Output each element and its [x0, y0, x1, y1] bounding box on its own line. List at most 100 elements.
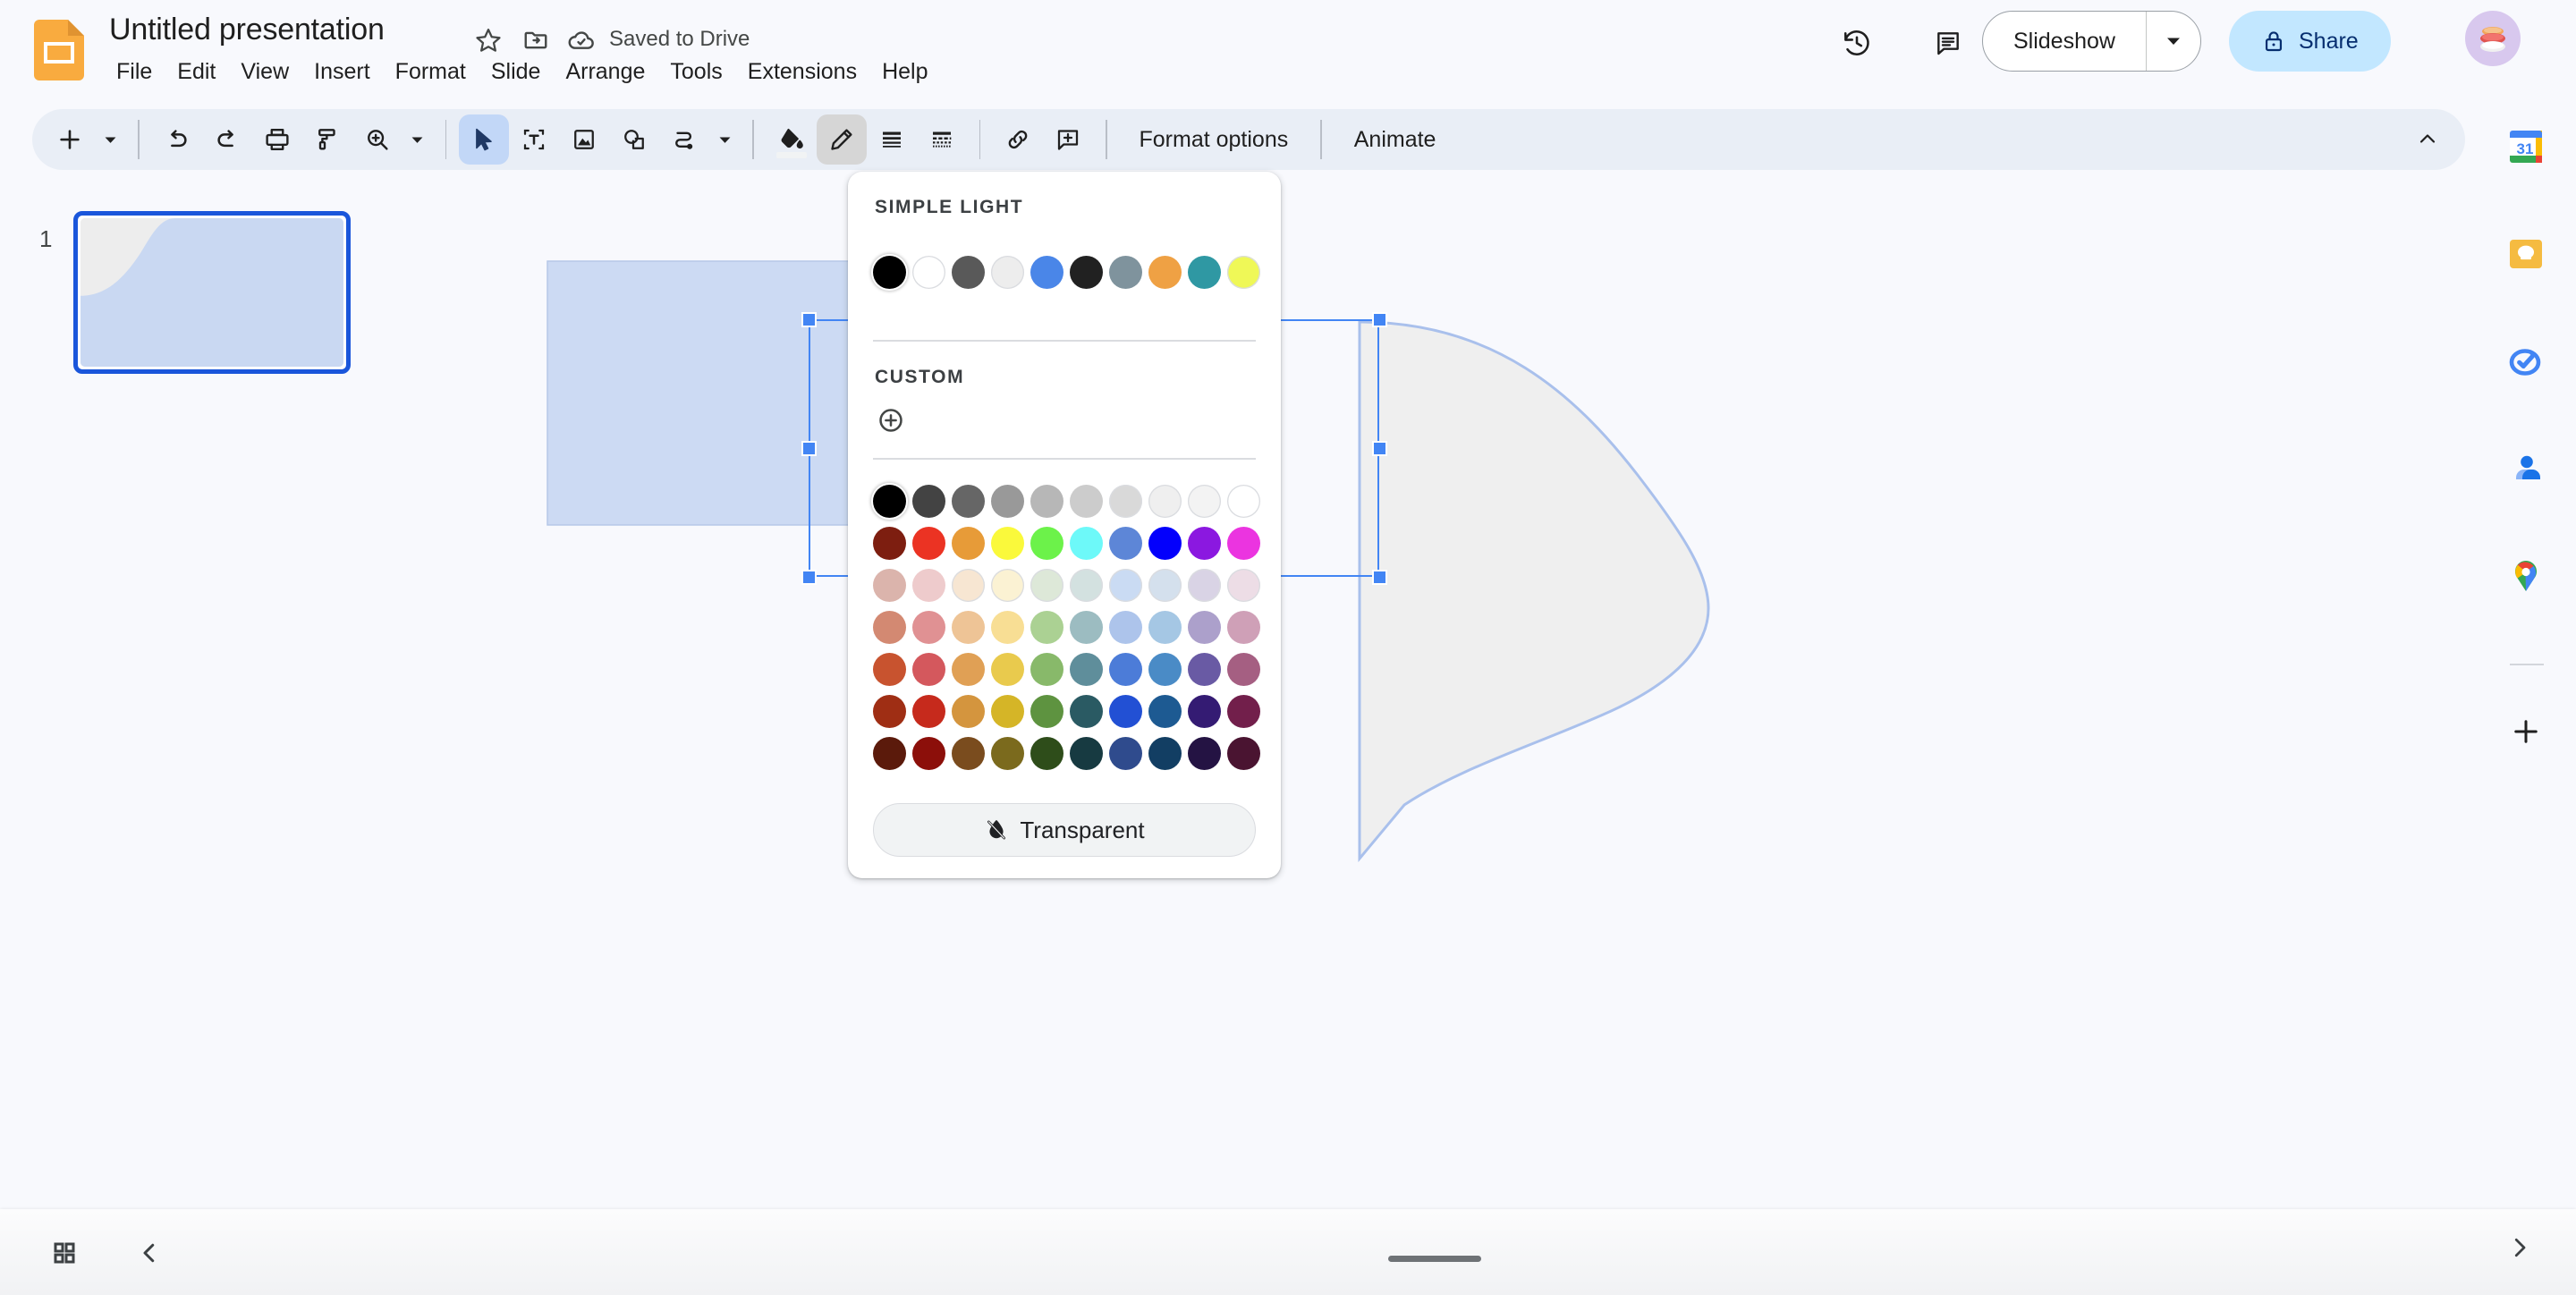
selection-handle-top-left[interactable] [801, 312, 817, 327]
color-swatch-50[interactable] [873, 695, 906, 728]
color-swatch-21[interactable] [912, 569, 945, 602]
comment-icon[interactable] [1925, 20, 1971, 66]
selection-handle-bottom-left[interactable] [801, 570, 817, 585]
page-title[interactable]: Untitled presentation [109, 13, 385, 47]
select-tool-button[interactable] [459, 114, 509, 165]
color-swatch-42[interactable] [952, 653, 985, 686]
menu-item-slide[interactable]: Slide [479, 55, 554, 89]
color-swatch-37[interactable] [1148, 611, 1182, 644]
zoom-caret-icon[interactable] [402, 114, 433, 165]
color-swatch-10[interactable] [873, 527, 906, 560]
color-swatch-68[interactable] [1188, 737, 1221, 770]
add-comment-button[interactable] [1043, 114, 1093, 165]
selection-handle-mid-left[interactable] [801, 441, 817, 456]
line-button[interactable] [659, 114, 709, 165]
border-color-button[interactable] [817, 114, 867, 165]
slideshow-button[interactable]: Slideshow [1983, 12, 2146, 71]
color-swatch-39[interactable] [1227, 611, 1260, 644]
new-slide-caret-icon[interactable] [95, 114, 125, 165]
selection-handle-mid-right[interactable] [1372, 441, 1387, 456]
menu-item-format[interactable]: Format [383, 55, 479, 89]
color-swatch-7[interactable] [1148, 485, 1182, 518]
border-dash-button[interactable] [917, 114, 967, 165]
color-swatch-56[interactable] [1109, 695, 1142, 728]
avatar[interactable] [2465, 11, 2521, 66]
color-swatch-47[interactable] [1148, 653, 1182, 686]
menu-item-view[interactable]: View [228, 55, 301, 89]
color-swatch-22[interactable] [952, 569, 985, 602]
shape-button[interactable] [609, 114, 659, 165]
color-swatch-49[interactable] [1227, 653, 1260, 686]
chevron-right-icon[interactable] [2496, 1223, 2544, 1272]
collapse-toolbar-button[interactable] [2402, 114, 2453, 165]
color-swatch-54[interactable] [1030, 695, 1063, 728]
color-swatch-34[interactable] [1030, 611, 1063, 644]
color-swatch-32[interactable] [952, 611, 985, 644]
color-swatch-25[interactable] [1070, 569, 1103, 602]
color-swatch-55[interactable] [1070, 695, 1103, 728]
color-swatch-60[interactable] [873, 737, 906, 770]
color-swatch-11[interactable] [912, 527, 945, 560]
redo-button[interactable] [202, 114, 252, 165]
print-button[interactable] [252, 114, 302, 165]
color-swatch-15[interactable] [1070, 527, 1103, 560]
color-swatch-30[interactable] [873, 611, 906, 644]
color-swatch-0[interactable] [873, 485, 906, 518]
color-swatch-46[interactable] [1109, 653, 1142, 686]
color-swatch-6[interactable] [1109, 485, 1142, 518]
insert-image-button[interactable] [559, 114, 609, 165]
format-options-button[interactable]: Format options [1120, 127, 1309, 153]
menu-item-insert[interactable]: Insert [301, 55, 383, 89]
theme-swatch-5[interactable] [1070, 256, 1103, 289]
notes-resize-handle[interactable] [1388, 1256, 1481, 1262]
insert-link-button[interactable] [993, 114, 1043, 165]
color-swatch-20[interactable] [873, 569, 906, 602]
menu-item-file[interactable]: File [104, 55, 165, 89]
google-keep-icon[interactable] [2501, 229, 2551, 279]
color-swatch-2[interactable] [952, 485, 985, 518]
theme-swatch-0[interactable] [873, 256, 906, 289]
color-swatch-66[interactable] [1109, 737, 1142, 770]
color-swatch-8[interactable] [1188, 485, 1221, 518]
color-swatch-45[interactable] [1070, 653, 1103, 686]
slide-canvas[interactable] [385, 179, 2478, 1216]
theme-swatch-4[interactable] [1030, 256, 1063, 289]
theme-swatch-8[interactable] [1188, 256, 1221, 289]
transparent-button[interactable]: Transparent [873, 803, 1256, 857]
color-swatch-26[interactable] [1109, 569, 1142, 602]
menu-item-extensions[interactable]: Extensions [735, 55, 869, 89]
google-calendar-icon[interactable]: 31 [2501, 122, 2551, 172]
color-swatch-61[interactable] [912, 737, 945, 770]
color-swatch-58[interactable] [1188, 695, 1221, 728]
google-maps-icon[interactable] [2501, 551, 2551, 601]
color-swatch-4[interactable] [1030, 485, 1063, 518]
color-swatch-18[interactable] [1188, 527, 1221, 560]
color-swatch-1[interactable] [912, 485, 945, 518]
color-swatch-53[interactable] [991, 695, 1024, 728]
color-swatch-64[interactable] [1030, 737, 1063, 770]
color-swatch-67[interactable] [1148, 737, 1182, 770]
menu-item-arrange[interactable]: Arrange [553, 55, 657, 89]
color-swatch-44[interactable] [1030, 653, 1063, 686]
color-swatch-36[interactable] [1109, 611, 1142, 644]
border-weight-button[interactable] [867, 114, 917, 165]
color-swatch-28[interactable] [1188, 569, 1221, 602]
color-swatch-16[interactable] [1109, 527, 1142, 560]
color-swatch-33[interactable] [991, 611, 1024, 644]
theme-swatch-1[interactable] [912, 256, 945, 289]
color-swatch-43[interactable] [991, 653, 1024, 686]
color-swatch-24[interactable] [1030, 569, 1063, 602]
color-swatch-65[interactable] [1070, 737, 1103, 770]
color-swatch-57[interactable] [1148, 695, 1182, 728]
color-swatch-14[interactable] [1030, 527, 1063, 560]
color-swatch-51[interactable] [912, 695, 945, 728]
undo-button[interactable] [152, 114, 202, 165]
color-swatch-40[interactable] [873, 653, 906, 686]
color-swatch-63[interactable] [991, 737, 1024, 770]
paint-format-button[interactable] [302, 114, 352, 165]
theme-swatch-2[interactable] [952, 256, 985, 289]
add-custom-color-icon[interactable] [873, 402, 909, 438]
zoom-button[interactable] [352, 114, 402, 165]
slide-thumbnail-1[interactable] [73, 211, 351, 374]
color-swatch-69[interactable] [1227, 737, 1260, 770]
